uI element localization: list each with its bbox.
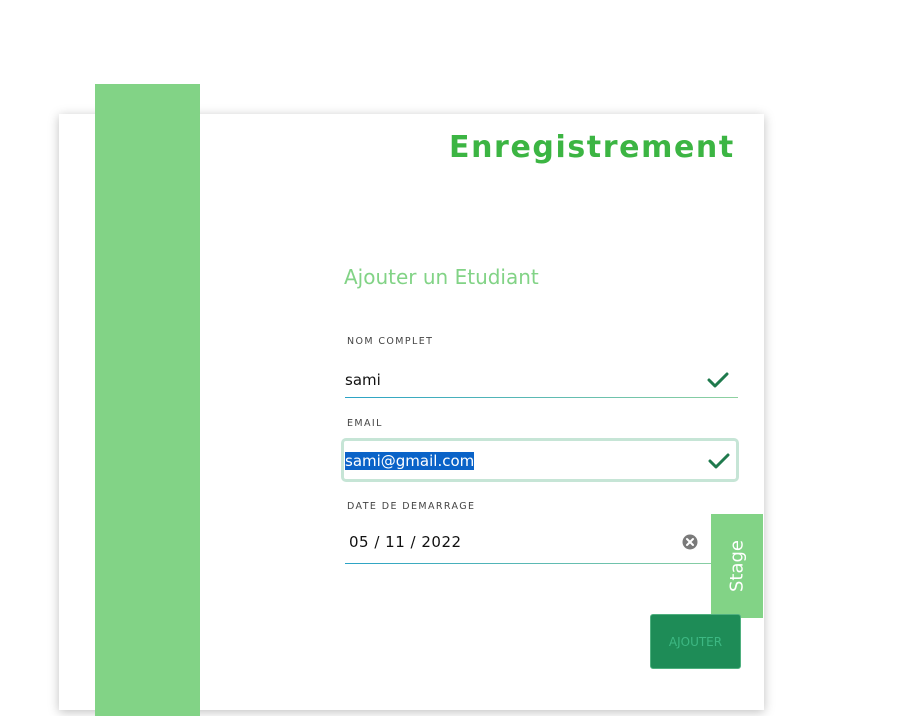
stage-tab[interactable]: Stage	[711, 514, 763, 618]
form-subtitle: Ajouter un Etudiant	[344, 265, 539, 289]
name-field[interactable]: sami	[345, 364, 738, 398]
side-accent-bar	[95, 84, 200, 716]
date-underline	[345, 563, 738, 564]
email-label: EMAIL	[347, 418, 383, 429]
check-icon	[707, 372, 729, 388]
check-icon	[708, 453, 730, 469]
name-label: NOM COMPLET	[347, 336, 434, 347]
page: Enregistrement Ajouter un Etudiant NOM C…	[0, 0, 897, 716]
clear-circle-icon[interactable]	[682, 534, 698, 550]
name-underline	[345, 397, 738, 398]
date-field[interactable]: 05 / 11 / 2022	[349, 533, 462, 551]
stage-tab-label: Stage	[726, 539, 748, 593]
page-title: Enregistrement	[449, 130, 735, 165]
add-button[interactable]: AJOUTER	[650, 614, 741, 669]
date-label: DATE DE DEMARRAGE	[347, 501, 476, 512]
name-value: sami	[345, 371, 381, 389]
email-value[interactable]: sami@gmail.com	[345, 452, 475, 470]
